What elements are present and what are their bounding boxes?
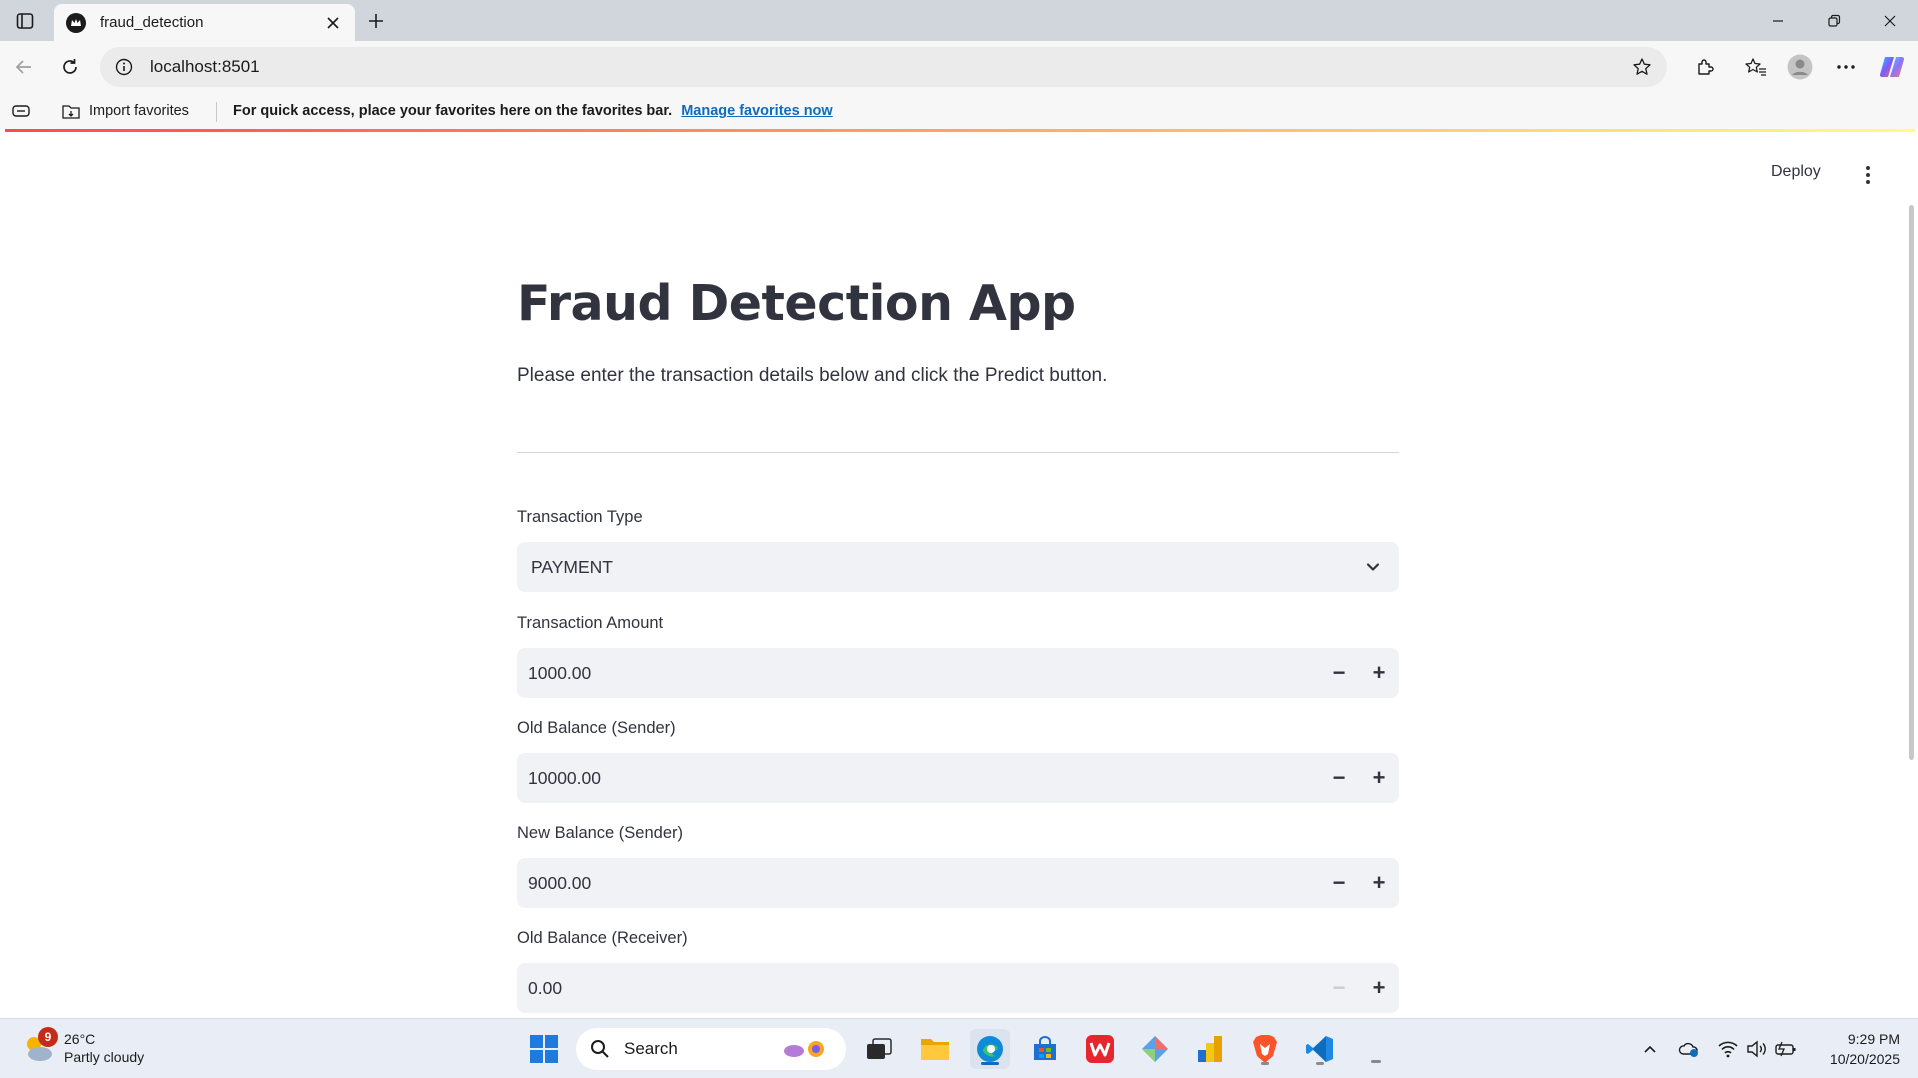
taskbar-search-placeholder: Search <box>624 1039 678 1058</box>
weather-temp: 26°C <box>64 1031 96 1047</box>
new-tab-icon[interactable] <box>362 7 390 35</box>
site-info-icon[interactable] <box>114 57 134 77</box>
power-bi-icon[interactable] <box>1190 1029 1230 1069</box>
page-title: Fraud Detection App <box>517 275 1076 332</box>
onedrive-icon[interactable] <box>1677 1037 1701 1061</box>
minimize-window-icon[interactable] <box>1750 0 1806 41</box>
increment-button[interactable]: + <box>1359 753 1399 803</box>
page-scrollbar[interactable] <box>1909 205 1914 760</box>
search-icon <box>591 1040 609 1058</box>
close-window-icon[interactable] <box>1862 0 1918 41</box>
old-balance-sender-label: Old Balance (Sender) <box>517 719 676 737</box>
clock-time: 9:29 PM <box>1847 1031 1900 1047</box>
running-app-indicator <box>1261 1062 1269 1065</box>
favorites-icon[interactable] <box>1741 52 1771 82</box>
favorites-bar-toggle-icon[interactable] <box>11 99 31 123</box>
taskbar-overflow-indicator[interactable] <box>1356 1029 1396 1069</box>
import-folder-icon <box>62 105 80 119</box>
old-balance-receiver-label: Old Balance (Receiver) <box>517 929 688 947</box>
new-balance-sender-input[interactable]: 9000.00 − + <box>517 858 1399 908</box>
file-explorer-icon[interactable] <box>915 1029 955 1069</box>
wifi-icon[interactable] <box>1716 1037 1740 1061</box>
favorites-divider <box>216 102 217 122</box>
deploy-button[interactable]: Deploy <box>1771 163 1821 181</box>
browser-tab-active[interactable]: fraud_detection <box>54 4 355 41</box>
system-clock[interactable]: 9:29 PM 10/20/2025 <box>1800 1029 1900 1069</box>
decrement-button[interactable]: − <box>1319 858 1359 908</box>
microsoft-store-icon[interactable] <box>1025 1029 1065 1069</box>
extensions-icon[interactable] <box>1690 52 1720 82</box>
close-tab-icon[interactable] <box>323 13 343 33</box>
more-options-icon[interactable] <box>1831 52 1861 82</box>
browser-toolbar: localhost:8501 <box>0 41 1918 93</box>
header-decoration-bar <box>5 129 1915 132</box>
old-balance-receiver-value[interactable]: 0.00 <box>517 978 1319 999</box>
tab-title: fraud_detection <box>100 14 204 31</box>
transaction-amount-label: Transaction Amount <box>517 614 664 632</box>
transaction-type-select[interactable]: PAYMENT <box>517 542 1399 592</box>
new-balance-sender-label: New Balance (Sender) <box>517 824 683 842</box>
increment-button[interactable]: + <box>1359 858 1399 908</box>
intro-text: Please enter the transaction details bel… <box>517 365 1108 386</box>
decrement-button-disabled: − <box>1332 975 1346 1000</box>
browser-tab-strip: fraud_detection <box>0 0 1918 41</box>
snipping-tool-icon[interactable] <box>1135 1029 1175 1069</box>
edge-browser-icon[interactable] <box>970 1029 1010 1069</box>
old-balance-sender-value[interactable]: 10000.00 <box>517 768 1319 789</box>
chevron-down-icon <box>1366 563 1380 571</box>
favorites-hint: For quick access, place your favorites h… <box>233 93 833 129</box>
vscode-icon[interactable] <box>1300 1029 1340 1069</box>
chevron-up-icon[interactable] <box>1638 1037 1662 1061</box>
restore-window-icon[interactable] <box>1806 0 1862 41</box>
favorites-hint-text: For quick access, place your favorites h… <box>233 103 673 119</box>
weather-condition: Partly cloudy <box>64 1049 145 1065</box>
search-highlight-icon <box>784 1041 824 1057</box>
volume-icon[interactable] <box>1745 1037 1769 1061</box>
increment-button[interactable]: + <box>1359 963 1399 1013</box>
increment-button[interactable]: + <box>1359 648 1399 698</box>
wps-office-icon[interactable] <box>1080 1029 1120 1069</box>
old-balance-sender-input[interactable]: 10000.00 − + <box>517 753 1399 803</box>
app-viewport: Deploy Fraud Detection App Please enter … <box>5 129 1915 1017</box>
reload-icon[interactable] <box>54 51 86 83</box>
import-favorites-button[interactable]: Import favorites <box>61 99 189 123</box>
weather-widget[interactable]: 9 26°C Partly cloudy <box>20 1025 144 1071</box>
running-app-indicator <box>1316 1062 1324 1065</box>
streamlit-favicon-icon <box>66 12 86 33</box>
transaction-amount-input[interactable]: 1000.00 − + <box>517 648 1399 698</box>
import-favorites-label: Import favorites <box>89 103 189 119</box>
transaction-type-value: PAYMENT <box>531 556 613 577</box>
section-divider <box>517 452 1399 453</box>
manage-favorites-link[interactable]: Manage favorites now <box>681 103 832 119</box>
address-url: localhost:8501 <box>150 57 260 76</box>
main-menu-icon[interactable] <box>1858 164 1878 186</box>
task-view-icon[interactable] <box>859 1029 899 1069</box>
clock-date: 10/20/2025 <box>1829 1051 1900 1067</box>
decrement-button[interactable]: − <box>1319 648 1359 698</box>
back-arrow-icon[interactable] <box>8 51 40 83</box>
old-balance-receiver-input[interactable]: 0.00 − + <box>517 963 1399 1013</box>
transaction-amount-value[interactable]: 1000.00 <box>517 663 1319 684</box>
taskbar-search-box[interactable]: Search <box>576 1028 846 1070</box>
brave-browser-icon[interactable] <box>1245 1029 1285 1069</box>
favorites-bar: Import favorites For quick access, place… <box>0 93 1918 129</box>
tab-actions-icon[interactable] <box>12 8 38 34</box>
decrement-button[interactable]: − <box>1319 753 1359 803</box>
windows-taskbar: 9 26°C Partly cloudy Search 9:29 PM 10/2… <box>0 1018 1918 1078</box>
address-bar[interactable]: localhost:8501 <box>100 47 1667 87</box>
transaction-type-label: Transaction Type <box>517 508 643 526</box>
new-balance-sender-value[interactable]: 9000.00 <box>517 873 1319 894</box>
copilot-icon[interactable] <box>1877 52 1907 82</box>
partly-cloudy-icon: 9 <box>20 1027 58 1066</box>
favorite-star-icon[interactable] <box>1631 56 1653 78</box>
profile-avatar-icon[interactable] <box>1785 52 1815 82</box>
weather-badge: 9 <box>38 1027 58 1047</box>
windows-start-icon[interactable] <box>524 1029 564 1069</box>
battery-icon[interactable] <box>1774 1037 1798 1061</box>
active-app-indicator <box>981 1062 999 1065</box>
